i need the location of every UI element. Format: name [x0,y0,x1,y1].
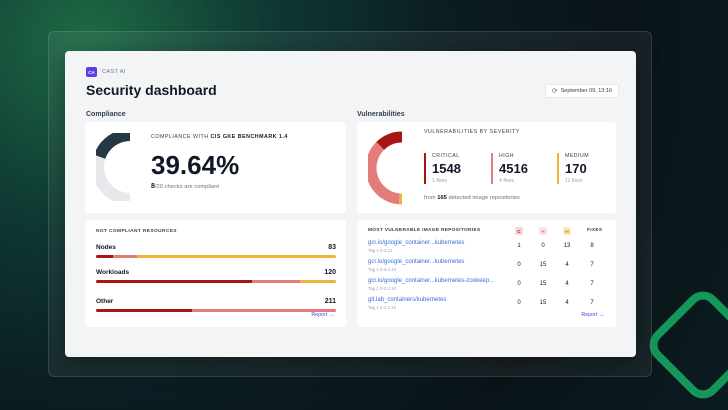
resource-name: Nodes [96,244,116,251]
repository-link[interactable]: gcr.io/google_container...kubernetes [368,240,464,246]
critical-count: 1548 [432,161,461,176]
resource-count: 211 [324,298,336,305]
compliance-section-title: Compliance [86,111,126,118]
resources-report-link[interactable]: Report → [311,312,334,318]
high-severity: HIGH 4516 4 fixes [491,153,528,184]
medium-fixes: 11 fixes [565,178,583,184]
compliance-heading: COMPLIANCE WITH CIS GKE BENCHMARK 1.4 [151,134,288,140]
vulnerabilities-heading: VULNERABILITIES BY SEVERITY [424,129,520,135]
high-column-header: H [539,227,547,235]
repositories-report-link[interactable]: Report → [581,312,604,318]
resource-severity-bar [96,309,336,312]
repository-link[interactable]: gcr.io/google_container...kubernetes-zoo… [368,278,494,284]
repository-tag: Tag 1.0-3.4.10 [368,286,397,291]
compliance-checks-summary: 8/20 checks are compliant [151,183,220,190]
critical-column-header: C [515,227,523,235]
compliance-percentage: 39.64% [151,150,240,180]
fixes-count-cell: 7 [590,300,594,306]
high-count-cell: 15 [539,300,547,306]
fixes-count-cell: 7 [590,281,594,287]
repositories-summary: from 165 detected image repositories [424,195,520,201]
dashboard-window: CA CAST AI Security dashboard ⟳ Septembe… [65,51,636,357]
critical-fixes: 1 fixes [432,178,447,184]
medium-count-cell: 4 [565,300,569,306]
bar-segment [112,255,137,258]
repositories-heading: MOST VULNERABLE IMAGE REPOSITORIES [368,228,481,233]
high-fixes: 4 fixes [499,178,514,184]
critical-count-cell: 1 [517,243,521,249]
fixes-count-cell: 8 [590,243,594,249]
critical-segment [376,131,403,151]
medium-label: MEDIUM [565,153,590,159]
repository-row: gcr.io/google_container...kubernetes Tag … [368,259,608,276]
brand: CA CAST AI [86,67,126,77]
resource-severity-bar [96,255,336,258]
repository-link[interactable]: gcr.io/google_container...kubernetes [368,259,464,265]
medium-count-cell: 4 [565,262,569,268]
medium-count-cell: 4 [565,281,569,287]
repository-tag: Tag 1.0-3.4.10 [368,305,397,310]
critical-count-cell: 0 [517,300,521,306]
high-count-cell: 0 [541,243,545,249]
critical-count-cell: 0 [517,281,521,287]
compliance-card: COMPLIANCE WITH CIS GKE BENCHMARK 1.4 39… [85,122,346,213]
compliance-donut-chart [96,133,131,201]
repository-row: git.lab_containers/kubernetes Tag 1.0-3.4… [368,297,608,314]
fixes-count-cell: 7 [590,262,594,268]
repository-row: gcr.io/google_container...kubernetes-zoo… [368,278,608,295]
medium-count-cell: 13 [563,243,571,249]
bar-segment [96,280,252,283]
not-compliant-resources-card: NOT COMPLIANT RESOURCES Nodes 83 Workloads… [85,220,346,327]
medium-count: 170 [565,161,587,176]
bar-segment [96,255,113,258]
high-label: HIGH [499,153,514,159]
repository-tag: Tag 1.0-3.4.10 [368,267,397,272]
decorative-shape [642,284,728,406]
critical-label: CRITICAL [432,153,460,159]
brand-name: CAST AI [102,69,126,75]
resource-severity-bar [96,280,336,283]
high-count-cell: 15 [539,262,547,268]
resource-count: 83 [328,244,336,251]
critical-severity: CRITICAL 1548 1 fixes [424,153,461,184]
vulnerabilities-card: VULNERABILITIES BY SEVERITY CRITICAL 154… [357,122,616,213]
severity-donut-chart [368,131,403,205]
medium-column-header: M [563,227,571,235]
high-segment [368,142,401,205]
vulnerable-repositories-card: MOST VULNERABLE IMAGE REPOSITORIES C H M… [357,220,616,327]
compliance-donut-progress [96,133,131,160]
bar-segment [96,309,192,312]
repository-tag: Tag 1.0-4.21 [368,248,393,253]
resources-heading: NOT COMPLIANT RESOURCES [96,229,177,234]
refresh-icon: ⟳ [551,88,558,95]
high-count: 4516 [499,161,528,176]
bar-segment [300,280,336,283]
refresh-date-button[interactable]: ⟳ September 09, 13:16 [544,84,619,98]
repository-row: gcr.io/google_container...kubernetes Tag … [368,240,608,257]
fixes-column-header: FIXES [587,228,603,233]
bar-segment [252,280,300,283]
repository-link[interactable]: git.lab_containers/kubernetes [368,297,446,303]
resource-name: Workloads [96,269,130,276]
last-updated-date: September 09, 13:16 [560,88,612,94]
critical-count-cell: 0 [517,262,521,268]
bar-segment [136,255,336,258]
resource-count: 120 [324,269,336,276]
resource-name: Other [96,298,114,305]
vulnerabilities-section-title: Vulnerabilities [357,111,405,118]
medium-severity: MEDIUM 170 11 fixes [557,153,589,184]
page-title: Security dashboard [86,82,217,98]
high-count-cell: 15 [539,281,547,287]
cast-ai-logo: CA [86,67,97,77]
